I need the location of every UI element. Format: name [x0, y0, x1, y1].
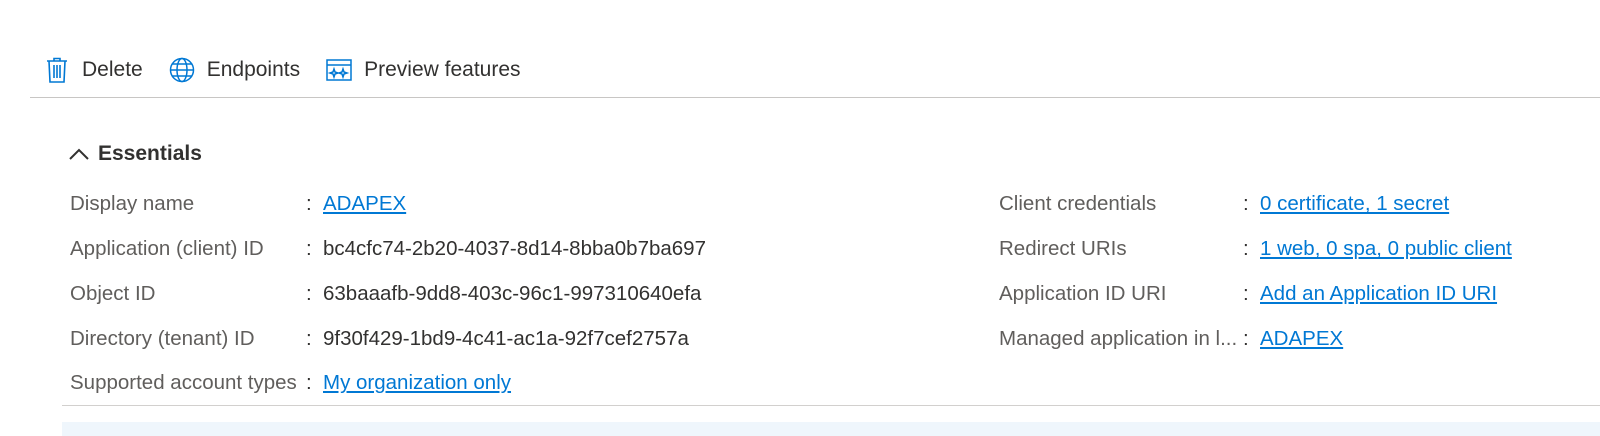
property-label: Client credentials: [999, 192, 1157, 216]
essentials-divider: [62, 405, 1600, 406]
property-row-client-credentials: Client credentials : 0 certificate, 1 se…: [999, 182, 1599, 227]
info-banner: [62, 422, 1600, 436]
property-label: Display name: [70, 192, 195, 216]
property-label: Directory (tenant) ID: [70, 326, 255, 350]
separator: :: [1243, 281, 1249, 305]
property-row-client-id: Application (client) ID : bc4cfc74-2b20-…: [70, 227, 970, 272]
redirect-uris-link[interactable]: 1 web, 0 spa, 0 public client: [1260, 237, 1512, 261]
essentials-left-column: Display name : ADAPEX Application (clien…: [70, 182, 970, 406]
preview-features-button[interactable]: Preview features: [312, 48, 532, 92]
essentials-title: Essentials: [98, 142, 202, 165]
property-label: Redirect URIs: [999, 237, 1127, 261]
separator: :: [1243, 192, 1249, 216]
property-label: Object ID: [70, 281, 156, 305]
separator: :: [306, 281, 312, 305]
separator: :: [1243, 326, 1249, 350]
separator: :: [306, 237, 312, 261]
property-row-managed-app: Managed application in l... : ADAPEX: [999, 316, 1599, 361]
delete-label: Delete: [82, 58, 143, 81]
endpoints-label: Endpoints: [206, 58, 301, 81]
preview-icon: [326, 57, 352, 83]
property-row-app-id-uri: Application ID URI : Add an Application …: [999, 272, 1599, 317]
property-row-tenant-id: Directory (tenant) ID : 9f30f429-1bd9-4c…: [70, 316, 970, 361]
property-row-object-id: Object ID : 63baaafb-9dd8-403c-96c1-9973…: [70, 272, 970, 317]
managed-app-link[interactable]: ADAPEX: [1260, 327, 1343, 351]
property-label: Supported account types: [70, 371, 297, 395]
essentials-right-column: Client credentials : 0 certificate, 1 se…: [999, 182, 1599, 361]
endpoints-button[interactable]: Endpoints: [155, 48, 312, 92]
delete-button[interactable]: Delete: [30, 48, 155, 92]
client-id-value: bc4cfc74-2b20-4037-8d14-8bba0b7ba697: [323, 237, 706, 261]
separator: :: [1243, 237, 1249, 261]
property-label: Application ID URI: [999, 281, 1167, 305]
globe-icon: [169, 57, 195, 83]
property-row-display-name: Display name : ADAPEX: [70, 182, 970, 227]
property-row-redirect-uris: Redirect URIs : 1 web, 0 spa, 0 public c…: [999, 227, 1599, 272]
account-types-link[interactable]: My organization only: [323, 371, 511, 395]
command-bar: Delete Endpoints Preview features: [30, 48, 1600, 98]
chevron-up-icon: [68, 143, 90, 165]
trash-icon: [44, 57, 70, 83]
property-label: Managed application in l...: [999, 326, 1238, 350]
property-row-account-types: Supported account types : My organizatio…: [70, 361, 970, 406]
property-label: Application (client) ID: [70, 237, 264, 261]
object-id-value: 63baaafb-9dd8-403c-96c1-997310640efa: [323, 281, 702, 305]
separator: :: [306, 371, 312, 395]
app-id-uri-link[interactable]: Add an Application ID URI: [1260, 282, 1497, 306]
preview-features-label: Preview features: [364, 58, 521, 81]
essentials-toggle[interactable]: Essentials: [68, 140, 202, 168]
separator: :: [306, 326, 312, 350]
client-credentials-link[interactable]: 0 certificate, 1 secret: [1260, 192, 1449, 216]
tenant-id-value: 9f30f429-1bd9-4c41-ac1a-92f7cef2757a: [323, 326, 689, 350]
separator: :: [306, 192, 312, 216]
display-name-link[interactable]: ADAPEX: [323, 192, 406, 216]
